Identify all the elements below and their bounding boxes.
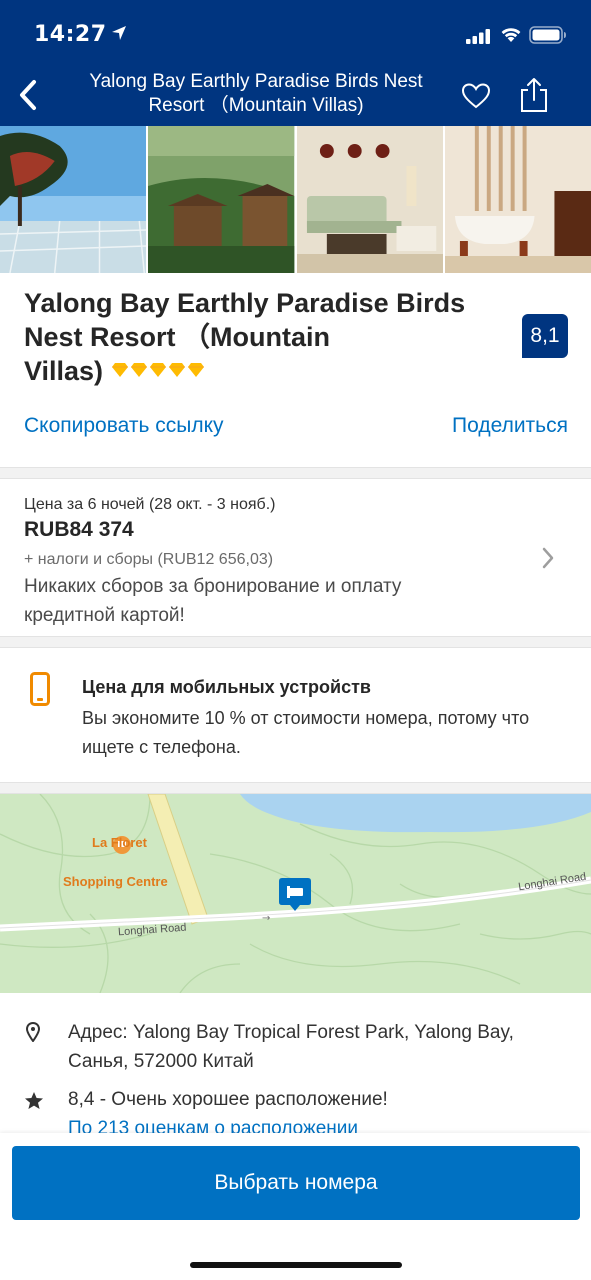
mobile-phone-icon <box>30 672 50 706</box>
hotel-name: Yalong Bay Earthly Paradise Birds Nest R… <box>24 286 494 388</box>
location-score: 8,4 - Очень хорошее расположение! <box>68 1089 388 1110</box>
section-divider <box>0 782 591 794</box>
diamond-star-icon <box>188 362 205 377</box>
star-rating <box>111 362 205 378</box>
star-icon <box>25 1092 43 1109</box>
link-row: Скопировать ссылку Поделиться <box>24 414 568 444</box>
map-poi-label: La Floret <box>92 836 147 850</box>
price-label: Цена за 6 ночей (28 окт. - 3 нояб.) <box>24 496 276 513</box>
price-summary[interactable]: Цена за 6 ночей (28 окт. - 3 нояб.) RUB8… <box>0 480 591 636</box>
location-arrow-icon <box>111 26 126 40</box>
status-bar: 14:27 <box>0 0 591 66</box>
share-link-button[interactable]: Поделиться <box>452 414 568 438</box>
select-rooms-button[interactable]: Выбрать номера <box>12 1146 580 1220</box>
map-poi-name-line-2: Shopping Centre <box>63 874 168 889</box>
top-navigation-bar: 14:27 Yalong Bay Earthly Paradise Birds … <box>0 0 591 126</box>
price-taxes: + налоги и сборы (RUB12 656,03) <box>24 551 274 568</box>
wifi-icon <box>501 28 521 42</box>
diamond-star-icon <box>150 362 167 377</box>
hotel-name-line-3: Villas) <box>24 356 104 386</box>
share-icon[interactable] <box>518 76 550 114</box>
section-divider <box>0 467 591 479</box>
diamond-star-icon <box>112 362 129 377</box>
hotel-name-line-2: Nest Resort （Mountain <box>24 322 331 352</box>
cellular-signal-icon <box>466 29 490 44</box>
home-indicator <box>190 1262 402 1268</box>
address-text: Адрес: Yalong Bay Tropical Forest Park, … <box>68 1022 514 1072</box>
photo-bathroom[interactable] <box>444 126 591 273</box>
hotel-name-line-1: Yalong Bay Earthly Paradise Birds <box>24 288 466 318</box>
photo-gallery <box>0 126 591 273</box>
diamond-star-icon <box>131 362 148 377</box>
mobile-deal-title: Цена для мобильных устройств <box>82 677 371 697</box>
diamond-star-icon <box>169 362 186 377</box>
nav-title: Yalong Bay Earthly Paradise Birds Nest R… <box>89 71 423 116</box>
price-value: RUB84 374 <box>24 518 134 541</box>
review-score-badge[interactable]: 8,1 <box>522 314 568 358</box>
photo-cliff-viewpoint[interactable] <box>0 126 147 273</box>
status-time: 14:27 <box>34 22 127 47</box>
copy-link-button[interactable]: Скопировать ссылку <box>24 414 224 438</box>
mobile-deal-text: Вы экономите 10 % от стоимости номера, п… <box>82 708 530 757</box>
location-pin-icon <box>26 1022 40 1042</box>
price-note: Никаких сборов за бронирование и оплату … <box>24 576 402 626</box>
chevron-right-icon <box>542 547 554 569</box>
photo-living-room[interactable] <box>296 126 443 273</box>
photo-hillside-villas[interactable] <box>148 126 295 273</box>
map-poi-name-line-1: La Floret <box>92 835 147 850</box>
location-map[interactable]: → La Floret Shopping Centre Longhai Road… <box>0 794 591 993</box>
svg-text:→: → <box>262 913 270 924</box>
section-divider <box>0 636 591 648</box>
back-chevron-icon[interactable] <box>14 78 44 112</box>
heart-icon[interactable] <box>460 80 492 112</box>
battery-icon <box>529 26 566 44</box>
